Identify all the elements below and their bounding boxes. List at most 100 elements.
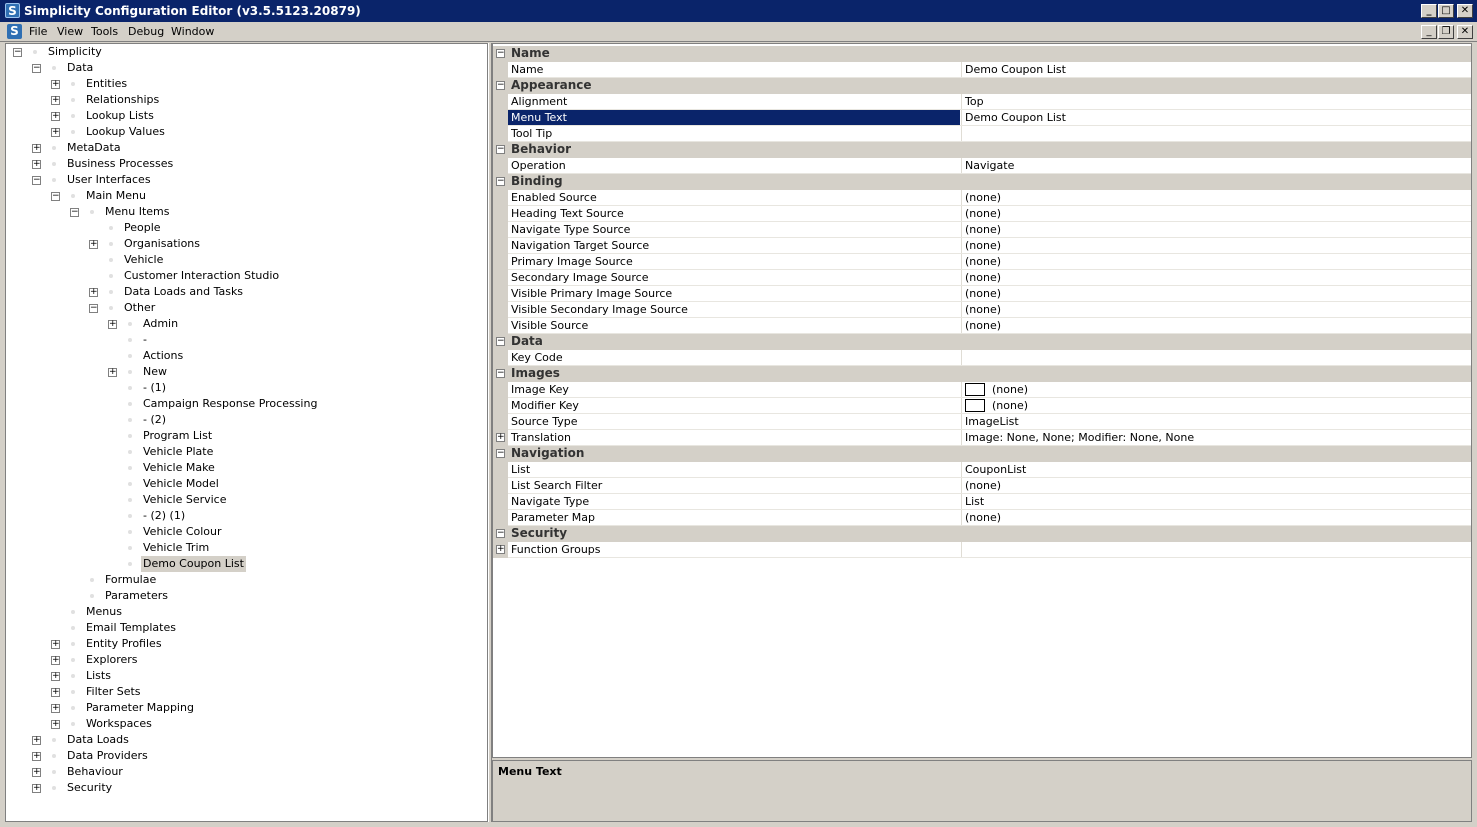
tree-node[interactable]: + New xyxy=(6,364,486,380)
tree-node[interactable]: + Lookup Values xyxy=(6,124,486,140)
menu-file[interactable]: File xyxy=(29,25,47,38)
property-grid[interactable]: − Name Name Demo Coupon List − Appearance Alig… xyxy=(492,43,1472,758)
tree-node[interactable]: − Other xyxy=(6,300,486,316)
collapse-icon[interactable]: − xyxy=(496,337,505,346)
tree-node-label[interactable]: Menus xyxy=(84,604,124,620)
property-name[interactable]: Function Groups xyxy=(508,542,960,557)
property-category[interactable]: − Binding xyxy=(493,174,1471,190)
property-row[interactable]: Operation Navigate xyxy=(493,158,1471,174)
property-value[interactable]: List xyxy=(961,494,1471,509)
tree-node-label[interactable]: Main Menu xyxy=(84,188,148,204)
collapse-icon[interactable]: − xyxy=(51,192,60,201)
tree-node-label[interactable]: Data Loads xyxy=(65,732,131,748)
property-value[interactable]: (none) xyxy=(961,510,1471,525)
property-row[interactable]: Name Demo Coupon List xyxy=(493,62,1471,78)
expand-icon[interactable]: + xyxy=(496,433,505,442)
expand-icon[interactable]: + xyxy=(496,545,505,554)
tree-node[interactable]: + Security xyxy=(6,780,486,796)
property-name[interactable]: Visible Source xyxy=(508,318,960,333)
tree-node-label[interactable]: Vehicle xyxy=(122,252,165,268)
property-value[interactable]: (none) xyxy=(961,270,1471,285)
tree-node[interactable]: + Explorers xyxy=(6,652,486,668)
property-value[interactable] xyxy=(961,350,1471,365)
tree-node[interactable]: - (2) (1) xyxy=(6,508,486,524)
expand-icon[interactable]: + xyxy=(51,704,60,713)
tree-node[interactable]: − Menu Items xyxy=(6,204,486,220)
property-value[interactable]: Image: None, None; Modifier: None, None xyxy=(961,430,1471,445)
tree-node-label[interactable]: Business Processes xyxy=(65,156,175,172)
expand-icon[interactable]: + xyxy=(108,368,117,377)
tree-node[interactable]: − Simplicity xyxy=(6,44,486,60)
tree-node-label[interactable]: Vehicle Make xyxy=(141,460,217,476)
property-name[interactable]: Menu Text xyxy=(508,110,960,125)
property-name[interactable]: Parameter Map xyxy=(508,510,960,525)
collapse-icon[interactable]: − xyxy=(496,145,505,154)
tree-node[interactable]: − User Interfaces xyxy=(6,172,486,188)
tree-node[interactable]: − Main Menu xyxy=(6,188,486,204)
menu-view[interactable]: View xyxy=(57,25,83,38)
property-row[interactable]: Source Type ImageList xyxy=(493,414,1471,430)
property-value[interactable]: (none) xyxy=(961,190,1471,205)
tree-node-label[interactable]: - (1) xyxy=(141,380,168,396)
tree-node-label[interactable]: Organisations xyxy=(122,236,202,252)
property-row[interactable]: Enabled Source (none) xyxy=(493,190,1471,206)
tree-node-label[interactable]: People xyxy=(122,220,163,236)
property-row[interactable]: Heading Text Source (none) xyxy=(493,206,1471,222)
property-value[interactable]: (none) xyxy=(961,286,1471,301)
property-name[interactable]: Navigation Target Source xyxy=(508,238,960,253)
tree-node-label[interactable]: Demo Coupon List xyxy=(141,556,246,572)
expand-icon[interactable]: + xyxy=(32,160,41,169)
property-value[interactable]: (none) xyxy=(961,318,1471,333)
tree-node[interactable]: Menus xyxy=(6,604,486,620)
child-restore-button[interactable]: ❐ xyxy=(1438,25,1454,39)
tree-node[interactable]: + Entities xyxy=(6,76,486,92)
collapse-icon[interactable]: − xyxy=(496,81,505,90)
tree-node-label[interactable]: Parameter Mapping xyxy=(84,700,196,716)
close-button[interactable]: ✕ xyxy=(1457,4,1473,18)
property-value[interactable]: CouponList xyxy=(961,462,1471,477)
tree-node[interactable]: Vehicle Model xyxy=(6,476,486,492)
tree-node[interactable]: Formulae xyxy=(6,572,486,588)
tree-node-label[interactable]: Lookup Values xyxy=(84,124,167,140)
tree-node[interactable]: Campaign Response Processing xyxy=(6,396,486,412)
tree-node-label[interactable]: Actions xyxy=(141,348,185,364)
expand-icon[interactable]: + xyxy=(108,320,117,329)
property-name[interactable]: Enabled Source xyxy=(508,190,960,205)
property-row[interactable]: Visible Secondary Image Source (none) xyxy=(493,302,1471,318)
expand-icon[interactable]: + xyxy=(89,288,98,297)
tree-node-label[interactable]: Vehicle Model xyxy=(141,476,221,492)
tree-node[interactable]: Actions xyxy=(6,348,486,364)
property-name[interactable]: Heading Text Source xyxy=(508,206,960,221)
property-name[interactable]: Visible Secondary Image Source xyxy=(508,302,960,317)
tree-node-label[interactable]: Program List xyxy=(141,428,214,444)
property-row[interactable]: Navigate Type List xyxy=(493,494,1471,510)
tree-node[interactable]: Vehicle Trim xyxy=(6,540,486,556)
tree-node[interactable]: + MetaData xyxy=(6,140,486,156)
collapse-icon[interactable]: − xyxy=(496,49,505,58)
expand-icon[interactable]: + xyxy=(51,656,60,665)
tree-node[interactable]: Vehicle Make xyxy=(6,460,486,476)
tree-node-label[interactable]: Parameters xyxy=(103,588,170,604)
tree-node-label[interactable]: Data xyxy=(65,60,95,76)
property-row[interactable]: Tool Tip xyxy=(493,126,1471,142)
collapse-icon[interactable]: − xyxy=(70,208,79,217)
property-name[interactable]: Operation xyxy=(508,158,960,173)
property-category[interactable]: − Appearance xyxy=(493,78,1471,94)
tree-node[interactable]: Vehicle Plate xyxy=(6,444,486,460)
tree-node[interactable]: + Data Loads and Tasks xyxy=(6,284,486,300)
property-row[interactable]: Modifier Key (none) xyxy=(493,398,1471,414)
expand-icon[interactable]: + xyxy=(51,112,60,121)
tree-node-label[interactable]: Data Loads and Tasks xyxy=(122,284,245,300)
tree-node-label[interactable]: Simplicity xyxy=(46,44,104,60)
tree-node-label[interactable]: MetaData xyxy=(65,140,123,156)
tree-node-label[interactable]: Menu Items xyxy=(103,204,171,220)
property-name[interactable]: Primary Image Source xyxy=(508,254,960,269)
property-category[interactable]: − Security xyxy=(493,526,1471,542)
expand-icon[interactable]: + xyxy=(32,752,41,761)
tree-node[interactable]: + Behaviour xyxy=(6,764,486,780)
collapse-icon[interactable]: − xyxy=(32,176,41,185)
property-value[interactable]: (none) xyxy=(961,222,1471,237)
tree-node-label[interactable]: Entities xyxy=(84,76,129,92)
property-value[interactable]: Navigate xyxy=(961,158,1471,173)
minimize-button[interactable]: _ xyxy=(1421,4,1437,18)
